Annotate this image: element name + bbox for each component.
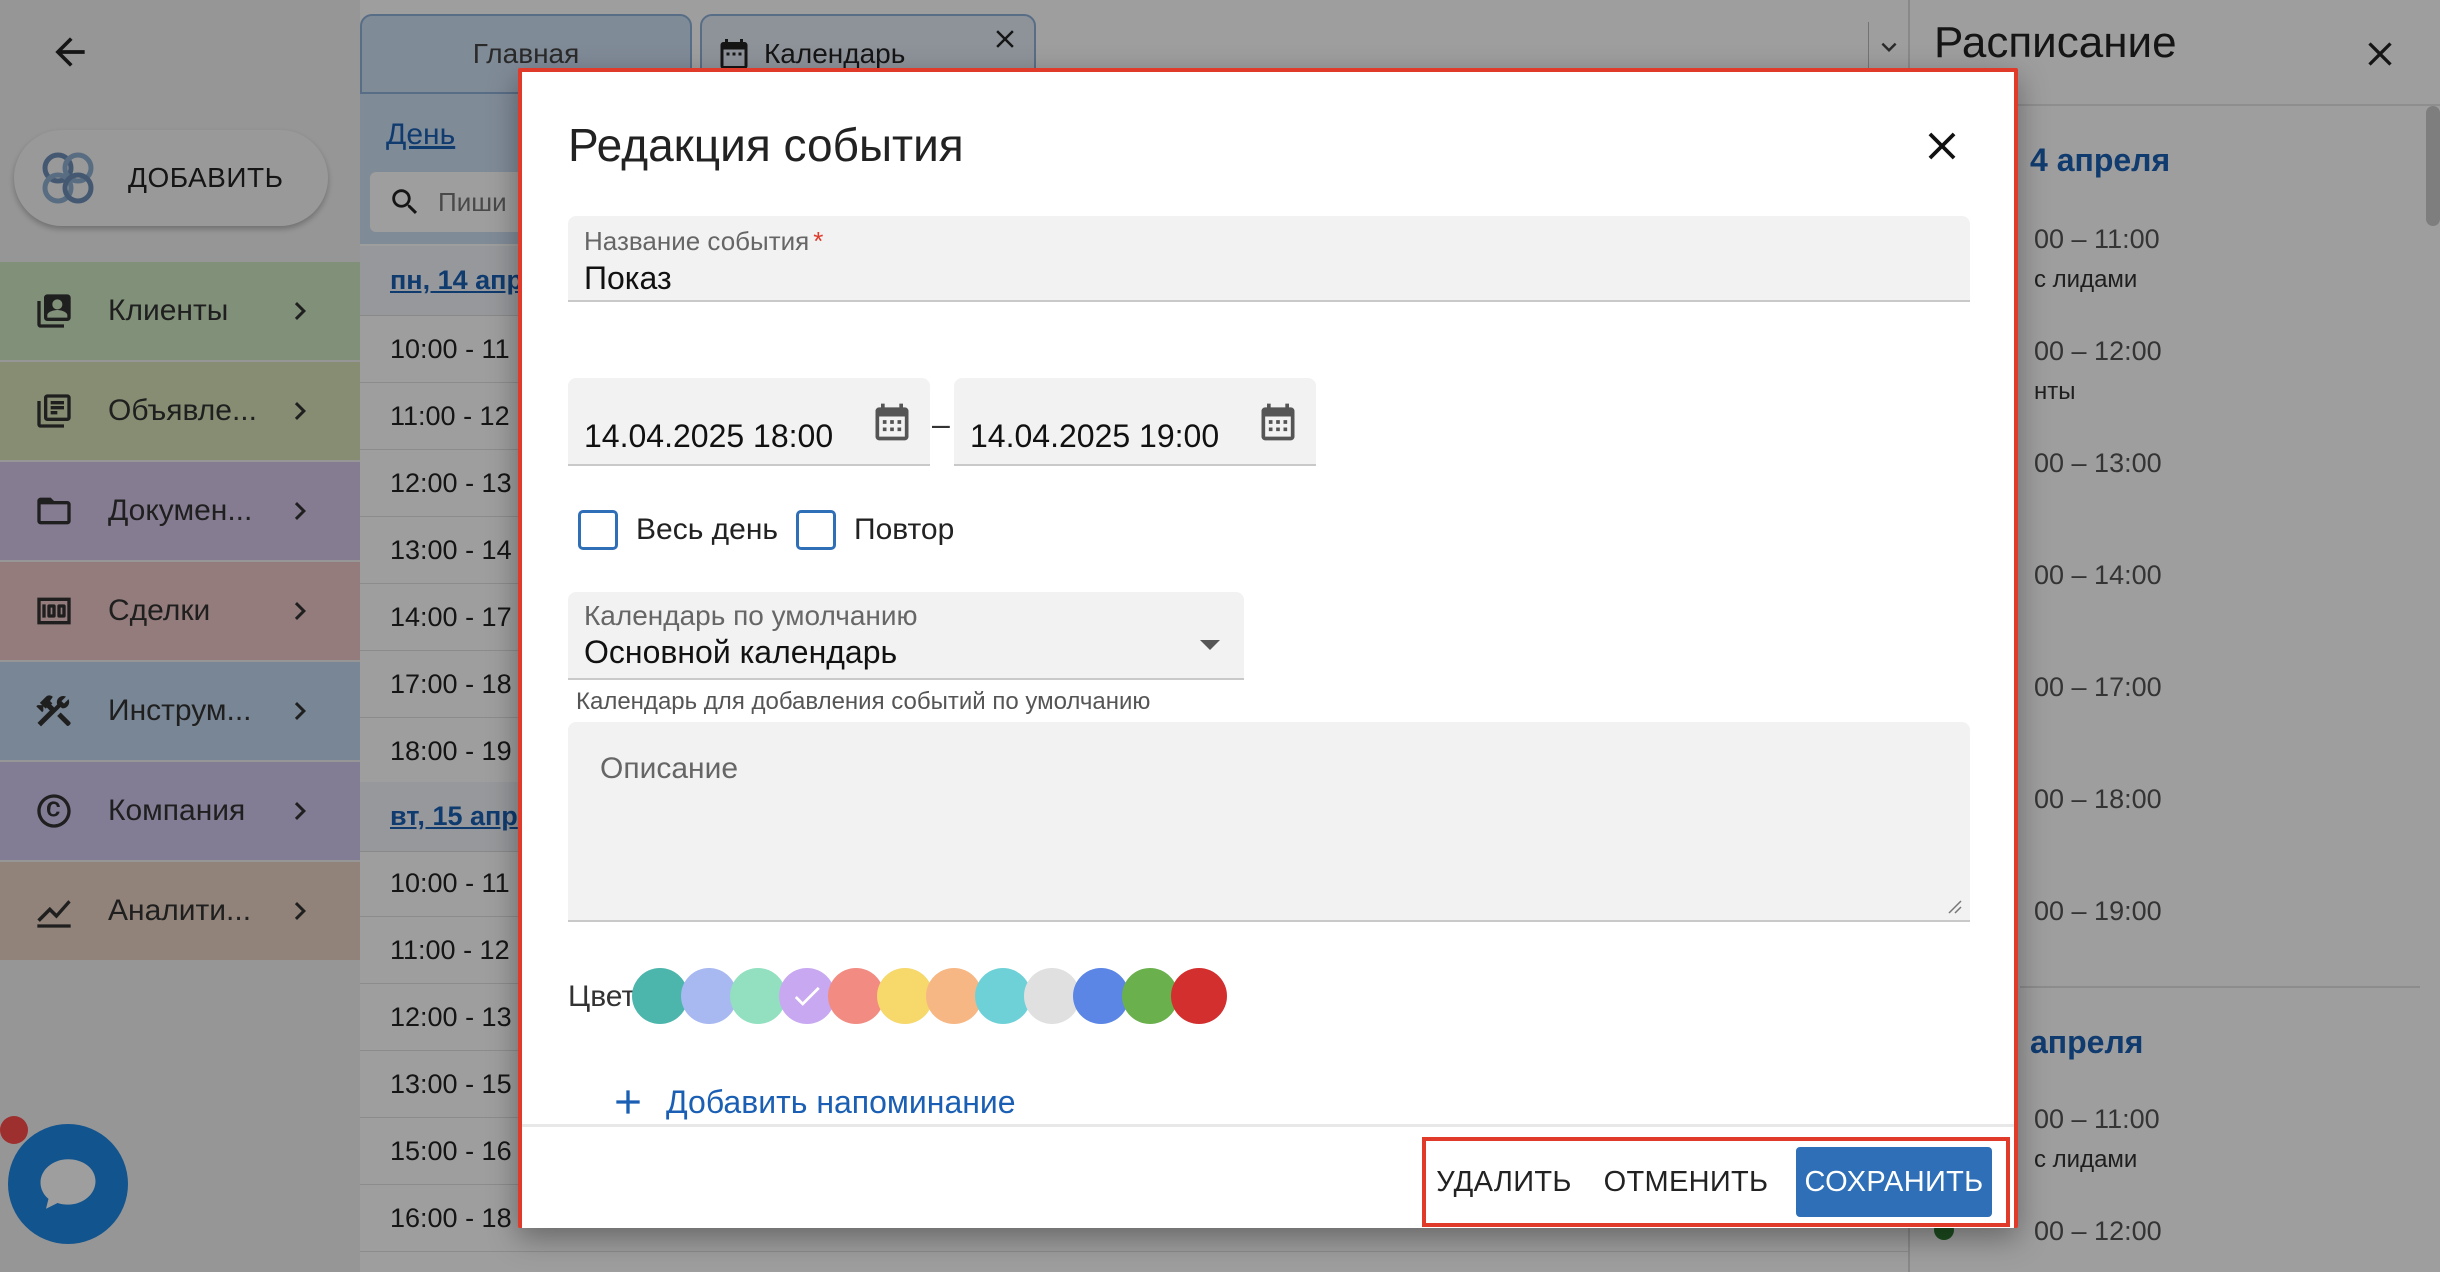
event-name-label-text: Название события [584,226,810,256]
all-day-checkbox[interactable]: Весь день [578,510,778,550]
default-calendar-hint: Календарь для добавления событий по умол… [576,688,1151,715]
dialog-footer: УДАЛИТЬ ОТМЕНИТЬ СОХРАНИТЬ [522,1124,2014,1228]
plus-icon [616,1090,640,1114]
end-datetime-value: 14.04.2025 19:00 [970,418,1220,454]
default-calendar-value: Основной календарь [584,634,898,670]
required-mark: * [813,226,824,256]
check-icon [794,986,820,1006]
color-swatch[interactable] [1073,968,1129,1024]
cancel-button[interactable]: ОТМЕНИТЬ [1602,1147,1770,1217]
start-datetime-field[interactable]: 14.04.2025 18:00 [568,378,930,466]
resize-handle-icon[interactable] [1944,896,1962,914]
color-swatch[interactable] [1024,968,1080,1024]
color-swatch[interactable] [779,968,835,1024]
color-swatch[interactable] [926,968,982,1024]
event-name-field[interactable]: Название события * Показ [568,216,1970,302]
dropdown-caret-icon [1200,640,1220,650]
add-reminder-button[interactable]: Добавить напоминание [608,1082,1016,1122]
close-dialog-button[interactable] [1912,116,1972,176]
description-textarea[interactable]: Описание [568,722,1970,922]
event-name-label: Название события * [584,226,823,257]
repeat-label: Повтор [854,513,955,546]
color-swatch[interactable] [975,968,1031,1024]
event-name-value: Показ [584,260,672,296]
end-datetime-field[interactable]: 14.04.2025 19:00 [954,378,1316,466]
checkbox-box[interactable] [578,510,618,550]
add-reminder-label: Добавить напоминание [666,1083,1016,1120]
default-calendar-select[interactable]: Календарь по умолчанию Основной календар… [568,592,1244,680]
delete-button[interactable]: УДАЛИТЬ [1434,1147,1574,1217]
color-swatch[interactable] [1171,968,1227,1024]
edit-event-dialog: Редакция события Название события * Показ… [518,68,2018,1228]
range-separator: – [932,406,950,442]
calendar-icon[interactable] [870,400,914,444]
calendar-icon[interactable] [1256,400,1300,444]
checkbox-box[interactable] [796,510,836,550]
color-swatch[interactable] [681,968,737,1024]
close-icon [1928,132,1956,160]
description-placeholder: Описание [600,752,739,785]
save-button[interactable]: СОХРАНИТЬ [1796,1147,1992,1217]
color-swatch[interactable] [730,968,786,1024]
color-swatch[interactable] [1122,968,1178,1024]
dialog-actions: УДАЛИТЬ ОТМЕНИТЬ СОХРАНИТЬ [1422,1137,2010,1227]
color-swatch[interactable] [828,968,884,1024]
start-datetime-value: 14.04.2025 18:00 [584,418,834,454]
dialog-title: Редакция события [568,119,964,171]
all-day-label: Весь день [636,513,779,546]
color-swatch[interactable] [632,968,688,1024]
color-swatch[interactable] [877,968,933,1024]
default-calendar-label: Календарь по умолчанию [584,600,918,631]
repeat-checkbox[interactable]: Повтор [796,510,954,550]
